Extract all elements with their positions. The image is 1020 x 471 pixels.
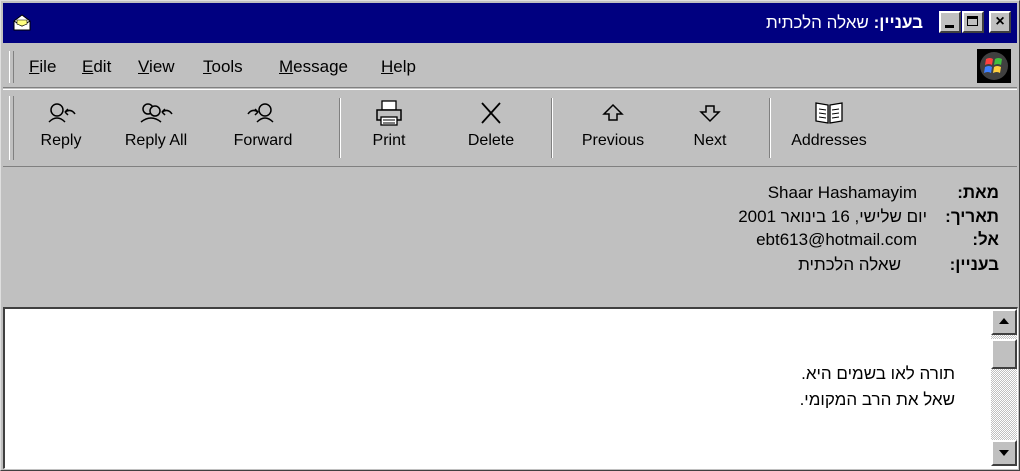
maximize-button[interactable] — [962, 11, 984, 33]
toolbar-separator — [339, 98, 341, 158]
delete-button[interactable]: Delete — [459, 100, 523, 162]
delete-icon — [481, 102, 501, 124]
header-date: תאריך: יום שלישי, 16 בינואר 2001 — [659, 207, 999, 229]
from-value[interactable]: Shaar Hashamayim — [768, 183, 917, 203]
print-icon — [376, 100, 402, 126]
forward-button[interactable]: Forward — [223, 100, 303, 162]
message-body-text: תורה לאו בשמים היא. שאל את הרב המקומי. — [800, 361, 955, 413]
minimize-icon — [945, 25, 954, 28]
toolbar-separator — [769, 98, 771, 158]
body-line: תורה לאו בשמים היא. — [801, 364, 955, 383]
print-button[interactable]: Print — [361, 100, 417, 162]
mail-envelope-icon[interactable] — [11, 12, 33, 34]
addresses-label: Addresses — [791, 132, 867, 149]
menu-edit[interactable]: Edit — [82, 57, 111, 77]
addresses-button[interactable]: Addresses — [781, 100, 877, 162]
window-title-subject: שאלה הלכתית — [765, 13, 869, 32]
reply-all-button[interactable]: Reply All — [113, 100, 199, 162]
menu-bar-grip[interactable] — [9, 51, 14, 83]
header-from: מאת: Shaar Hashamayim — [659, 183, 999, 205]
reply-all-label: Reply All — [124, 132, 188, 149]
scroll-up-icon — [999, 318, 1009, 324]
minimize-button[interactable] — [939, 11, 961, 33]
previous-label: Previous — [581, 132, 645, 149]
scroll-down-button[interactable] — [991, 440, 1017, 466]
reply-all-icon — [140, 103, 173, 123]
next-label: Next — [693, 132, 727, 149]
date-label: תאריך: — [945, 207, 999, 226]
message-window: בעניין: שאלה הלכתית × File Edit View Too… — [0, 0, 1020, 471]
menu-tools[interactable]: Tools — [203, 57, 243, 77]
body-line: שאל את הרב המקומי. — [799, 390, 955, 409]
toolbar-grip[interactable] — [9, 96, 14, 160]
scroll-down-icon — [999, 450, 1009, 456]
menu-message[interactable]: Message — [279, 57, 348, 77]
print-label: Print — [372, 132, 406, 149]
date-value: יום שלישי, 16 בינואר 2001 — [738, 207, 927, 226]
maximize-icon — [967, 16, 978, 26]
forward-icon — [247, 103, 274, 123]
delete-label: Delete — [467, 132, 515, 149]
reply-icon — [48, 103, 76, 123]
close-button[interactable]: × — [989, 11, 1011, 33]
scrollbar-thumb[interactable] — [991, 339, 1017, 369]
previous-button[interactable]: Previous — [573, 100, 653, 162]
from-label: מאת: — [957, 183, 999, 202]
forward-label: Forward — [233, 132, 293, 149]
menu-view[interactable]: View — [138, 57, 175, 77]
scroll-up-button[interactable] — [991, 309, 1017, 335]
to-value[interactable]: ebt613@hotmail.com — [756, 230, 917, 250]
menu-bar: File Edit View Tools Message Help — [3, 45, 1017, 88]
address-book-icon — [815, 102, 843, 124]
up-arrow-icon — [602, 103, 624, 121]
toolbar: Reply Reply All Forward Print Delete Pre… — [3, 89, 1017, 167]
down-arrow-icon — [699, 105, 721, 123]
windows-logo-icon — [977, 49, 1011, 83]
message-body[interactable]: תורה לאו בשמים היא. שאל את הרב המקומי. — [3, 307, 1018, 469]
menu-help[interactable]: Help — [381, 57, 416, 77]
title-bar[interactable]: בעניין: שאלה הלכתית × — [3, 3, 1017, 43]
vertical-scrollbar[interactable] — [991, 309, 1017, 466]
subject-label: בעניין: — [949, 255, 999, 274]
reply-button[interactable]: Reply — [33, 100, 89, 162]
reply-label: Reply — [40, 132, 82, 149]
window-title-label: בעניין: — [873, 13, 923, 32]
to-label: אל: — [972, 230, 999, 249]
next-button[interactable]: Next — [685, 100, 735, 162]
menu-file[interactable]: File — [29, 57, 56, 77]
close-icon: × — [995, 13, 1005, 30]
subject-value: שאלה הלכתית — [798, 255, 901, 274]
header-subject: בעניין: שאלה הלכתית — [659, 255, 999, 277]
window-title: בעניין: שאלה הלכתית — [766, 13, 923, 33]
message-header: מאת: Shaar Hashamayim תאריך: יום שלישי, … — [3, 167, 1017, 305]
header-to: אל: ebt613@hotmail.com — [659, 230, 999, 252]
toolbar-separator — [551, 98, 553, 158]
